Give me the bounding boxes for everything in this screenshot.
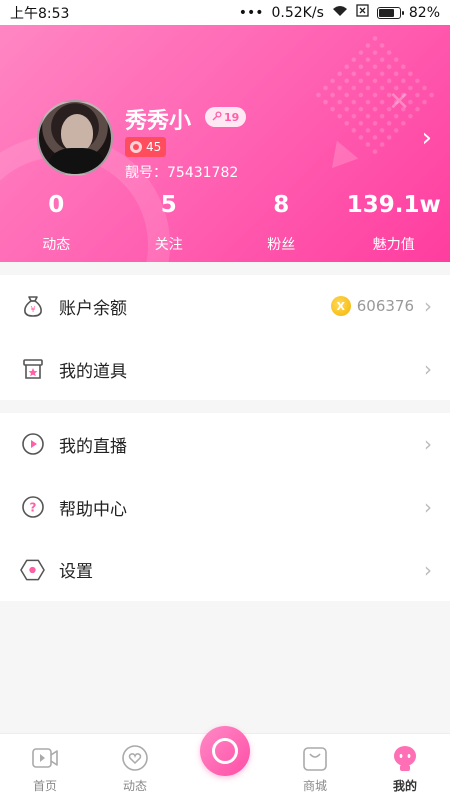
heart-circle-icon [121, 744, 149, 772]
user-id: 靓号：75431782 [125, 165, 239, 181]
nav-feed[interactable]: 动态 [90, 734, 180, 800]
menu-item-balance[interactable]: ¥ 账户余额 X 606376 › [0, 275, 450, 338]
nav-home[interactable]: 首页 [0, 734, 90, 800]
stats-row: 0 动态 5 关注 8 粉丝 139.1w 魅力值 [0, 190, 450, 254]
sim-card-icon [356, 4, 369, 21]
nav-label: 动态 [122, 779, 147, 793]
level-badge: 45 [125, 137, 167, 157]
chevron-right-icon: › [424, 432, 432, 457]
stat-label: 魅力值 [372, 237, 415, 253]
decorative-cross: ✕ [388, 87, 410, 117]
decorative-dots [311, 31, 439, 159]
stat-posts[interactable]: 0 动态 [0, 190, 113, 254]
chevron-right-icon[interactable]: › [422, 123, 432, 153]
chevron-right-icon: › [424, 557, 432, 582]
bottom-nav: 首页 动态 商城 我的 [0, 726, 450, 800]
status-dots: ••• [238, 4, 264, 21]
stat-value: 5 [160, 192, 177, 218]
hexagon-settings-icon [20, 557, 45, 582]
stat-label: 关注 [154, 237, 183, 253]
balance-amount: 606376 [356, 297, 414, 316]
mascot-icon [391, 744, 419, 772]
battery-percent: 82% [408, 4, 440, 21]
stat-label: 动态 [42, 237, 71, 253]
level-icon [130, 141, 142, 153]
network-speed: 0.52K/s [271, 4, 324, 21]
money-bag-icon: ¥ [20, 294, 45, 319]
play-circle-icon [20, 432, 45, 457]
profile-header[interactable]: ✕ 秀秀小 19 45 靓号：75431782 › 0 动态 5 关注 8 粉丝… [0, 25, 450, 262]
balance-value: X 606376 [330, 296, 414, 317]
live-ring-icon [212, 738, 238, 764]
stat-following[interactable]: 5 关注 [113, 190, 226, 254]
chevron-right-icon: › [424, 357, 432, 382]
battery-level-fill [378, 8, 395, 17]
nav-label: 我的 [392, 779, 417, 793]
live-button[interactable] [200, 726, 250, 776]
shopping-bag-icon [301, 744, 329, 772]
stat-value: 8 [273, 192, 290, 218]
username: 秀秀小 [125, 109, 192, 134]
battery-icon [376, 6, 404, 19]
nav-label: 商城 [302, 779, 327, 793]
key-icon [212, 110, 222, 124]
svg-text:¥: ¥ [30, 305, 35, 314]
avatar[interactable] [37, 100, 113, 176]
fans-badge: 19 [205, 107, 247, 127]
nav-label: 首页 [32, 779, 57, 793]
menu-item-my-live[interactable]: 我的直播 › [0, 413, 450, 476]
level-value: 45 [146, 140, 162, 154]
menu-label: 我的道具 [59, 361, 127, 382]
nav-mine[interactable]: 我的 [360, 734, 450, 800]
settings-group: 我的直播 › ? 帮助中心 › 设置 › [0, 413, 450, 601]
wallet-group: ¥ 账户余额 X 606376 › 我的道具 › [0, 275, 450, 400]
svg-text:?: ? [29, 501, 36, 515]
menu-item-props[interactable]: 我的道具 › [0, 338, 450, 401]
chevron-right-icon: › [424, 495, 432, 520]
help-circle-icon: ? [20, 495, 45, 520]
wifi-icon [332, 5, 348, 21]
video-camera-icon [31, 744, 59, 772]
menu-label: 账户余额 [59, 298, 127, 319]
nav-mall[interactable]: 商城 [270, 734, 360, 800]
stat-value: 139.1w [346, 192, 441, 218]
nav-live-slot [180, 726, 270, 800]
fans-badge-value: 19 [224, 110, 240, 124]
stat-label: 粉丝 [267, 237, 296, 253]
coin-icon: X [330, 296, 351, 317]
stat-fans[interactable]: 8 粉丝 [225, 190, 338, 254]
menu-label: 设置 [59, 562, 93, 583]
status-indicators: ••• 0.52K/s 82% [239, 4, 440, 21]
menu-item-settings[interactable]: 设置 › [0, 538, 450, 601]
decorative-triangle [323, 135, 359, 169]
gift-box-icon [20, 357, 45, 382]
stat-charm[interactable]: 139.1w 魅力值 [338, 190, 450, 254]
stat-value: 0 [48, 192, 65, 218]
status-time: 上午8:53 [10, 5, 70, 22]
chevron-right-icon: › [424, 294, 432, 319]
menu-item-help[interactable]: ? 帮助中心 › [0, 476, 450, 539]
menu-label: 我的直播 [59, 436, 127, 457]
menu-label: 帮助中心 [59, 499, 127, 520]
status-bar: 上午8:53 ••• 0.52K/s 82% [0, 0, 450, 25]
